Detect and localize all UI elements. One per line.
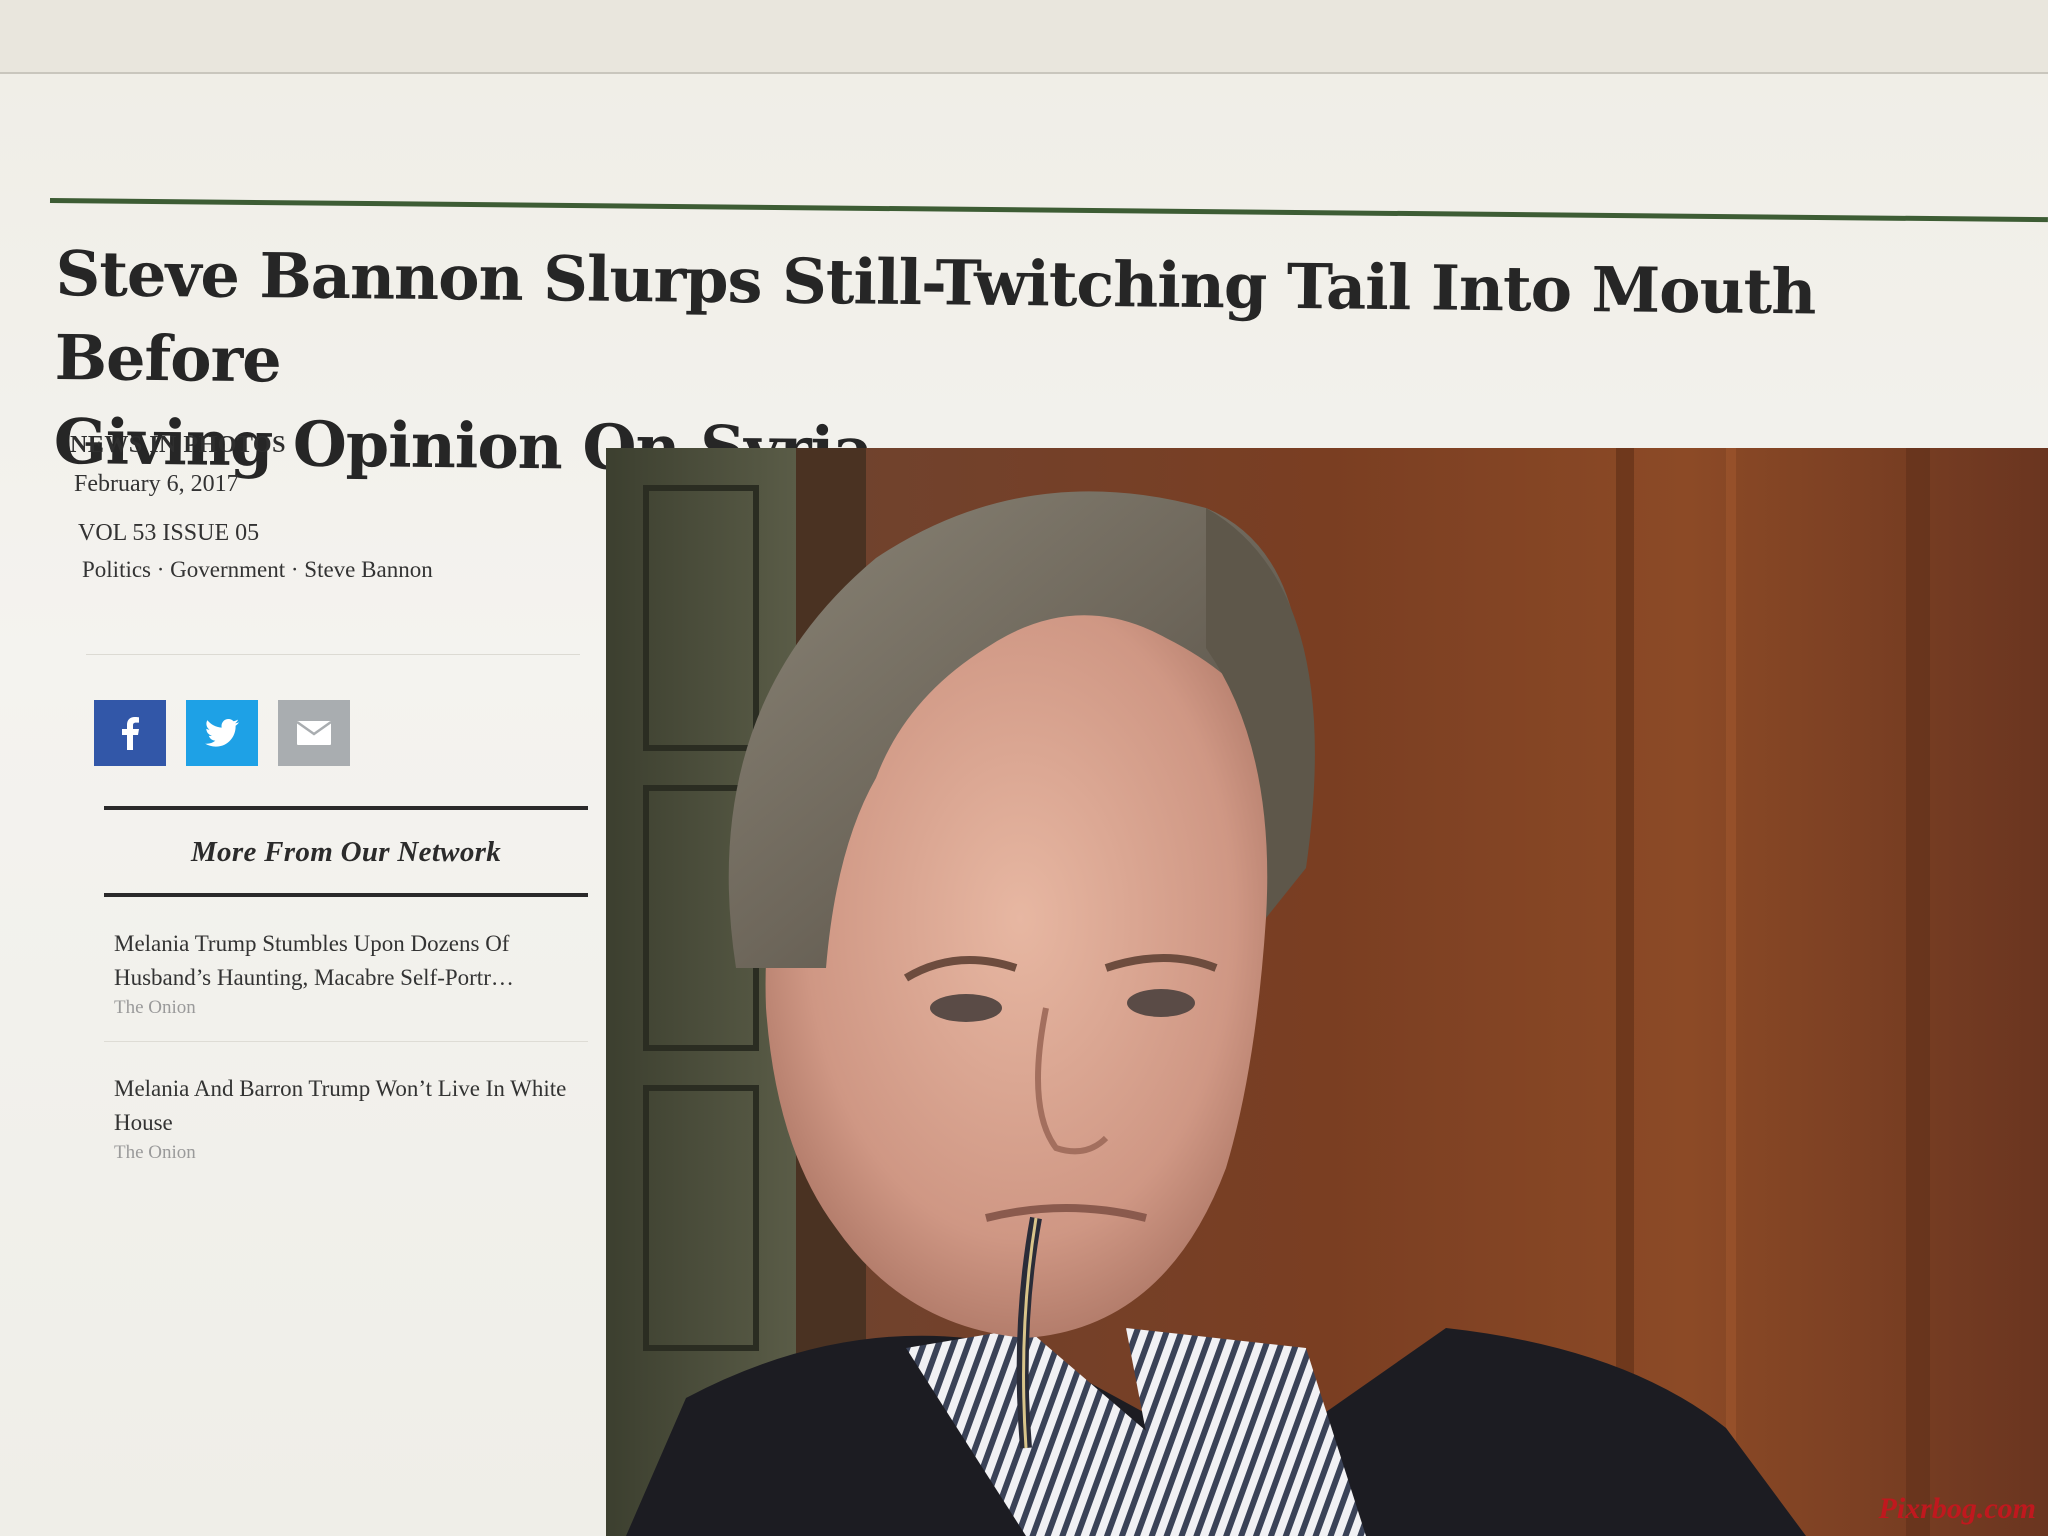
network-title: More From Our Network	[190, 836, 502, 868]
photo-illustration: Pixrbog.com	[606, 448, 2048, 1536]
section-label[interactable]: NEWS IN PHOTOS	[70, 432, 590, 459]
network-item[interactable]: Melania And Barron Trump Won’t Live In W…	[104, 1042, 588, 1186]
article-photo: Pixrbog.com	[606, 448, 2048, 1536]
email-icon	[297, 721, 331, 745]
network-module: More From Our Network Melania Trump Stum…	[104, 806, 588, 1186]
meta-divider	[86, 654, 580, 655]
facebook-share-button[interactable]	[94, 700, 166, 766]
twitter-icon	[205, 719, 239, 747]
headline-line-1: Steve Bannon Slurps Still-Twitching Tail…	[54, 236, 1816, 397]
network-item[interactable]: Melania Trump Stumbles Upon Dozens Of Hu…	[104, 897, 588, 1042]
email-share-button[interactable]	[278, 700, 350, 766]
network-item-headline[interactable]: Melania And Barron Trump Won’t Live In W…	[114, 1072, 588, 1140]
twitter-share-button[interactable]	[186, 700, 258, 766]
publish-date: February 6, 2017	[74, 471, 239, 497]
photo-watermark: Pixrbog.com	[1878, 1492, 2037, 1525]
browser-top-area	[0, 0, 2048, 74]
share-buttons	[94, 700, 350, 766]
article-meta: NEWS IN PHOTOS February 6, 2017 VOL 53 I…	[70, 432, 590, 583]
facebook-icon	[122, 717, 139, 750]
network-item-source: The Onion	[114, 997, 196, 1018]
network-item-headline[interactable]: Melania Trump Stumbles Upon Dozens Of Hu…	[114, 927, 588, 995]
topic-tags[interactable]: Politics · Government · Steve Bannon	[82, 557, 590, 583]
issue-label: VOL 53 ISSUE 05	[78, 520, 260, 546]
network-item-source: The Onion	[114, 1142, 196, 1163]
